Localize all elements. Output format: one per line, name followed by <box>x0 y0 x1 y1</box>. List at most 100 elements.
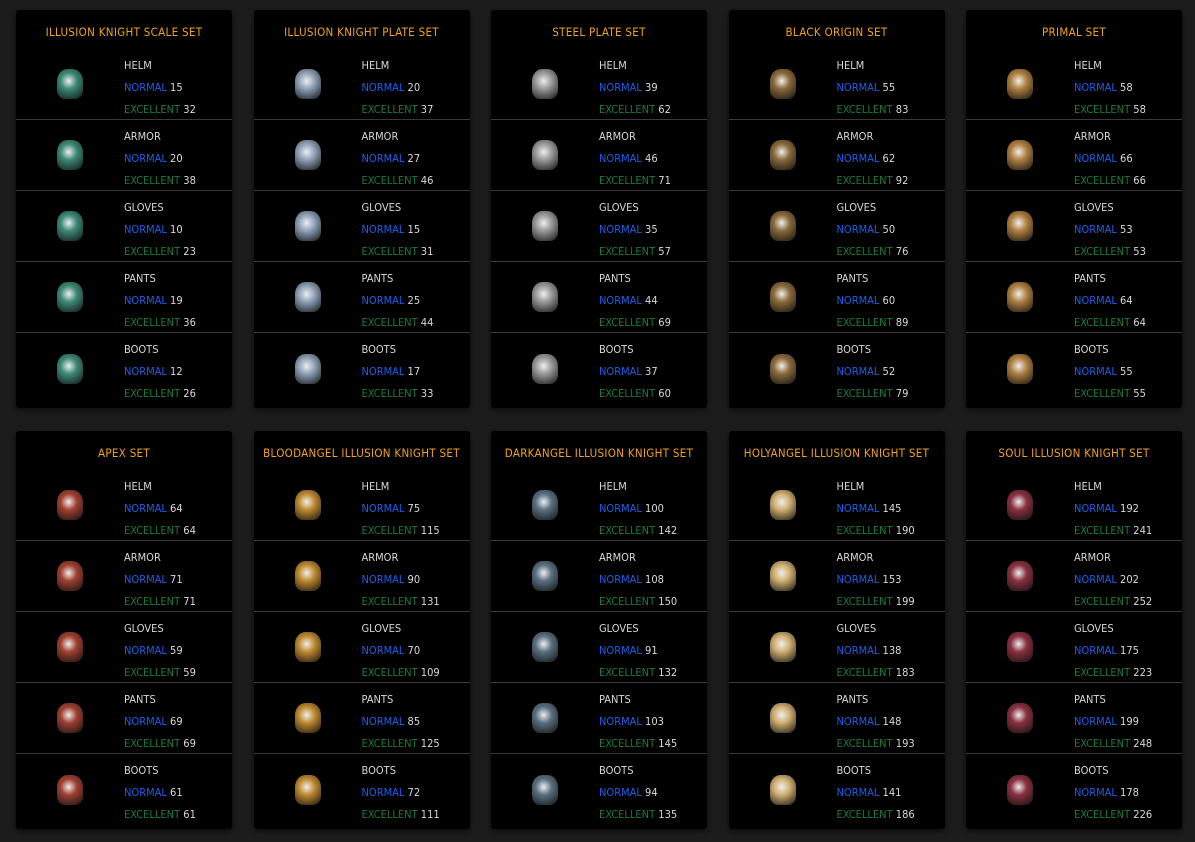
excellent-label: EXCELLENT <box>1074 524 1131 537</box>
item-image <box>966 612 1074 682</box>
item-row: GLOVES NORMAL 175 EXCELLENT 223 <box>966 612 1182 683</box>
item-image <box>254 541 362 611</box>
excellent-value: 248 <box>1133 737 1153 750</box>
item-info: GLOVES NORMAL 91 EXCELLENT 132 <box>599 612 677 682</box>
item-name: GLOVES <box>361 622 402 635</box>
normal-label: NORMAL <box>1074 81 1117 94</box>
item-name: PANTS <box>836 693 869 706</box>
item-name: ARMOR <box>836 130 874 143</box>
normal-label: NORMAL <box>836 786 880 799</box>
item-image <box>966 754 1074 825</box>
item-row: BOOTS NORMAL 55 EXCELLENT 55 <box>966 333 1182 404</box>
item-name: HELM <box>599 480 627 493</box>
item-info: HELM NORMAL 55 EXCELLENT 83 <box>837 49 909 119</box>
excellent-defense: EXCELLENT 71 <box>599 170 671 192</box>
item-name: HELM <box>1074 59 1102 72</box>
excellent-value: 62 <box>658 103 671 116</box>
excellent-value: 71 <box>183 595 196 608</box>
excellent-label: EXCELLENT <box>599 524 656 537</box>
normal-defense: NORMAL 60 <box>837 290 909 312</box>
normal-value: 66 <box>1120 152 1133 165</box>
normal-defense: NORMAL 85 <box>362 711 440 733</box>
normal-defense: NORMAL 100 <box>599 498 677 520</box>
normal-value: 145 <box>882 502 902 515</box>
normal-value: 62 <box>882 152 896 165</box>
excellent-label: EXCELLENT <box>836 737 893 750</box>
excellent-label: EXCELLENT <box>361 595 418 608</box>
normal-defense: NORMAL 61 <box>124 782 196 804</box>
item-image <box>491 333 599 404</box>
normal-value: 192 <box>1120 502 1139 515</box>
normal-label: NORMAL <box>361 294 405 307</box>
item-info: ARMOR NORMAL 20 EXCELLENT 38 <box>124 120 196 190</box>
excellent-defense: EXCELLENT 145 <box>599 733 677 755</box>
item-name: ARMOR <box>361 551 399 564</box>
item-info: HELM NORMAL 58 EXCELLENT 58 <box>1074 49 1146 119</box>
boots-icon <box>294 353 321 384</box>
helm-icon <box>57 69 83 99</box>
item-info: BOOTS NORMAL 12 EXCELLENT 26 <box>124 333 196 404</box>
normal-label: NORMAL <box>1074 223 1117 236</box>
normal-value: 39 <box>645 81 658 94</box>
item-image <box>16 470 124 540</box>
pants-icon <box>1007 282 1033 312</box>
boots-icon <box>57 353 83 384</box>
item-info: BOOTS NORMAL 72 EXCELLENT 111 <box>362 754 440 825</box>
armor-icon <box>57 561 83 591</box>
normal-value: 59 <box>170 644 183 657</box>
normal-defense: NORMAL 145 <box>837 498 915 520</box>
normal-defense: NORMAL 199 <box>1074 711 1152 733</box>
excellent-value: 132 <box>658 666 678 679</box>
normal-label: NORMAL <box>836 715 880 728</box>
normal-label: NORMAL <box>124 294 167 307</box>
normal-label: NORMAL <box>599 573 642 586</box>
excellent-defense: EXCELLENT 46 <box>362 170 434 192</box>
item-row: HELM NORMAL 58 EXCELLENT 58 <box>966 49 1182 120</box>
excellent-label: EXCELLENT <box>599 387 656 400</box>
excellent-value: 131 <box>420 595 440 608</box>
excellent-label: EXCELLENT <box>836 808 893 821</box>
excellent-value: 57 <box>658 245 671 258</box>
boots-icon <box>532 774 558 805</box>
excellent-value: 53 <box>1133 245 1146 258</box>
item-row: PANTS NORMAL 60 EXCELLENT 89 <box>728 262 945 333</box>
item-row: PANTS NORMAL 64 EXCELLENT 64 <box>966 262 1182 333</box>
excellent-label: EXCELLENT <box>836 174 893 187</box>
item-name: GLOVES <box>599 201 639 214</box>
normal-label: NORMAL <box>361 152 405 165</box>
excellent-defense: EXCELLENT 60 <box>599 383 671 405</box>
item-image <box>966 333 1074 404</box>
boots-icon <box>532 353 558 384</box>
normal-label: NORMAL <box>124 644 167 657</box>
normal-label: NORMAL <box>1074 786 1117 799</box>
set-title: BLACK ORIGIN SET <box>785 25 888 39</box>
item-name: PANTS <box>1074 272 1106 285</box>
normal-value: 138 <box>882 644 902 657</box>
excellent-value: 252 <box>1133 595 1153 608</box>
item-info: ARMOR NORMAL 90 EXCELLENT 131 <box>362 541 440 611</box>
gloves-icon <box>57 632 83 662</box>
normal-defense: NORMAL 72 <box>362 782 440 804</box>
normal-label: NORMAL <box>1074 502 1117 515</box>
excellent-value: 193 <box>895 737 915 750</box>
normal-label: NORMAL <box>599 715 642 728</box>
normal-value: 141 <box>882 786 902 799</box>
normal-defense: NORMAL 39 <box>599 77 671 99</box>
item-row: HELM NORMAL 75 EXCELLENT 115 <box>253 470 470 541</box>
item-image <box>254 262 362 332</box>
excellent-defense: EXCELLENT 31 <box>362 241 434 263</box>
item-row: GLOVES NORMAL 70 EXCELLENT 109 <box>253 612 470 683</box>
excellent-defense: EXCELLENT 132 <box>599 662 677 684</box>
item-name: HELM <box>361 59 390 72</box>
excellent-value: 109 <box>420 666 440 679</box>
normal-value: 61 <box>170 786 183 799</box>
item-info: GLOVES NORMAL 35 EXCELLENT 57 <box>599 191 671 261</box>
excellent-defense: EXCELLENT 131 <box>362 591 440 613</box>
excellent-value: 79 <box>895 387 909 400</box>
normal-value: 90 <box>407 573 421 586</box>
normal-value: 55 <box>882 81 896 94</box>
normal-defense: NORMAL 50 <box>837 219 909 241</box>
boots-icon <box>294 774 321 805</box>
normal-value: 148 <box>882 715 902 728</box>
item-info: GLOVES NORMAL 50 EXCELLENT 76 <box>837 191 909 261</box>
